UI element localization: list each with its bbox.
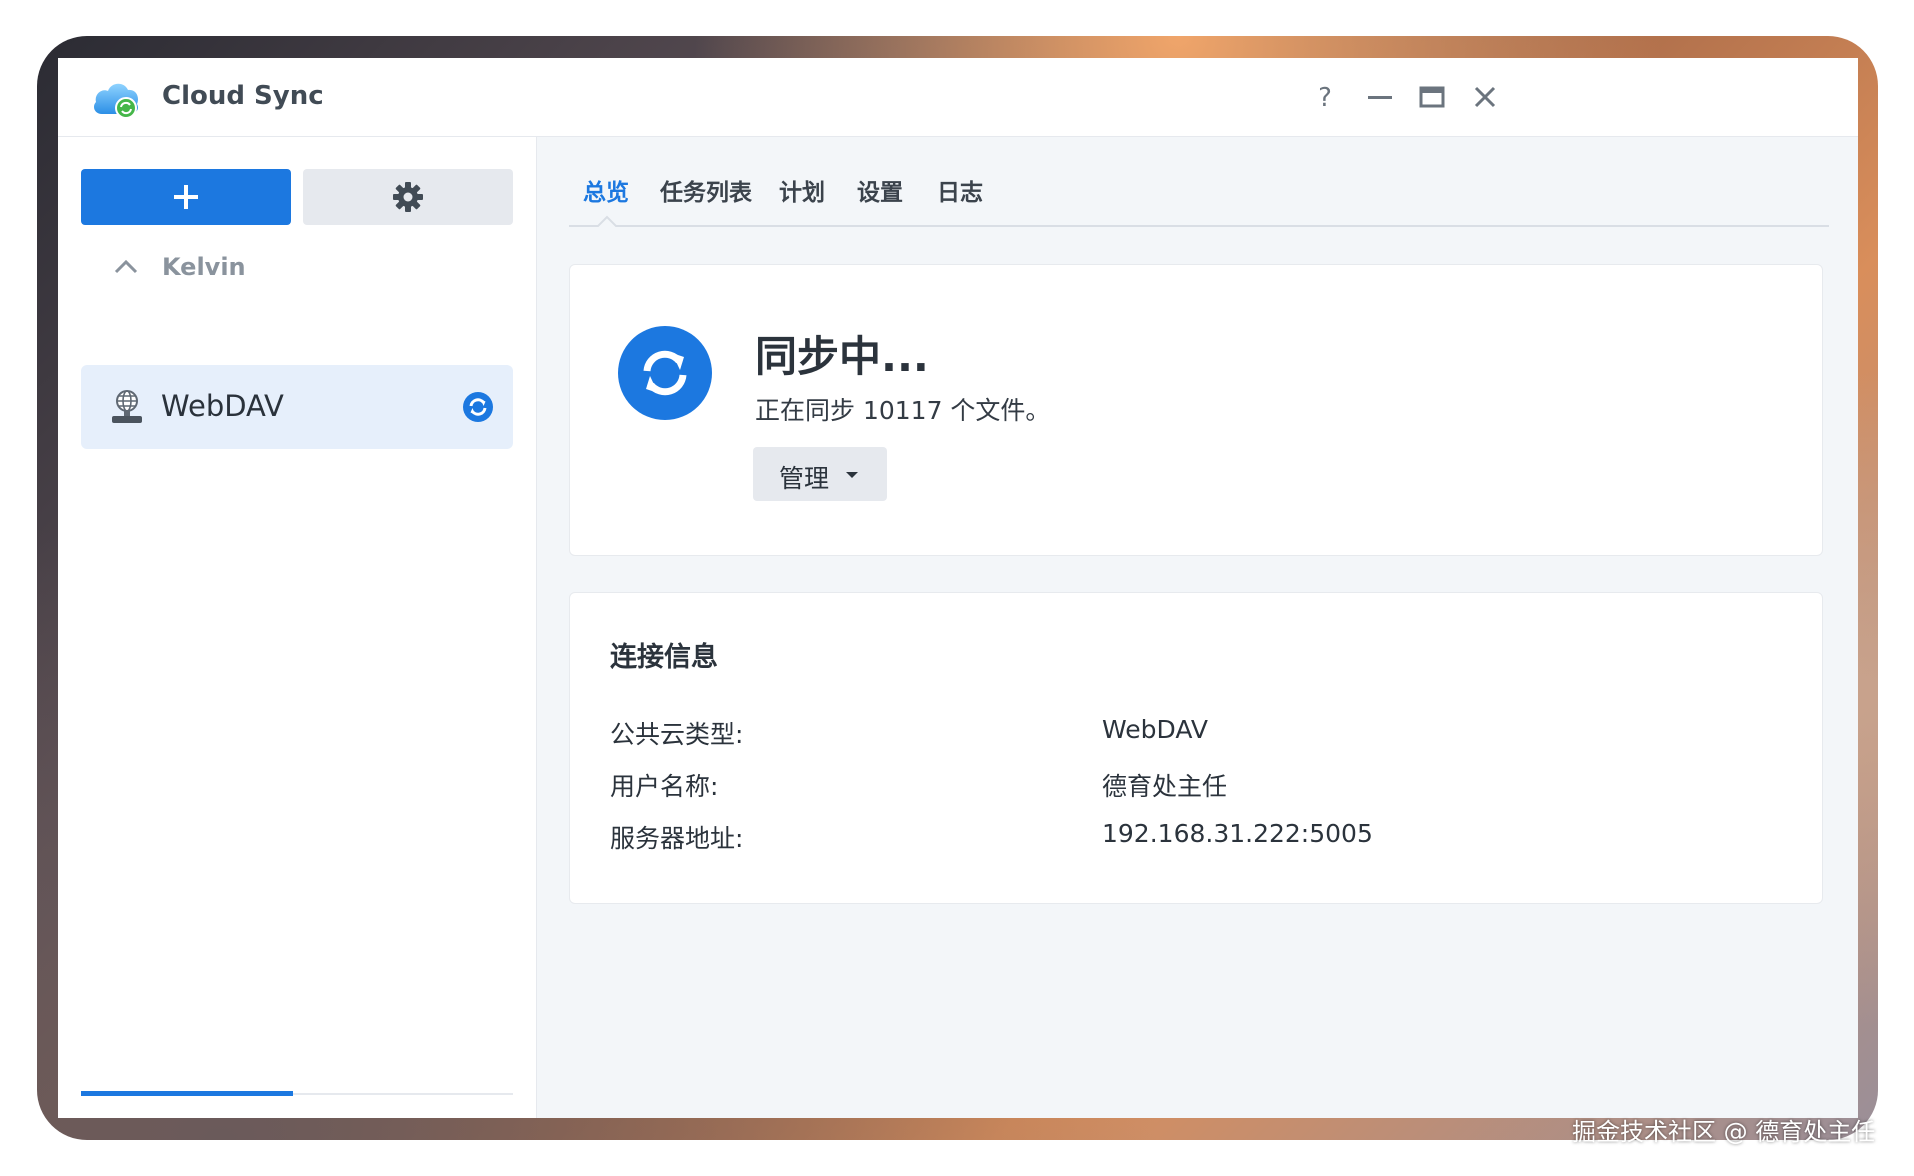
- close-button[interactable]: [1468, 80, 1502, 114]
- sidebar-item-label: WebDAV: [161, 389, 284, 423]
- tab-log[interactable]: 日志: [937, 173, 983, 207]
- sync-status-card: 同步中... 正在同步 10117 个文件。 管理: [569, 264, 1823, 556]
- tab-overview[interactable]: 总览: [583, 173, 629, 207]
- connection-info-card: 连接信息 公共云类型: WebDAV 用户名称: 德育处主任 服务器地址: 19…: [569, 592, 1823, 904]
- tab-settings[interactable]: 设置: [857, 173, 903, 207]
- chevron-up-icon: [114, 259, 138, 274]
- manage-dropdown-button[interactable]: 管理: [753, 447, 887, 501]
- info-value: WebDAV: [1102, 715, 1208, 744]
- app-title: Cloud Sync: [162, 81, 324, 111]
- cloud-sync-window: Cloud Sync ? Kelvin WebDAV 总览 任务列表 计划 设置…: [58, 58, 1858, 1118]
- sidebar-item-webdav[interactable]: WebDAV: [81, 365, 513, 449]
- info-key: 用户名称:: [610, 772, 719, 801]
- help-icon: ?: [1318, 83, 1332, 113]
- sync-icon: [617, 325, 713, 425]
- connection-info-title: 连接信息: [610, 642, 718, 673]
- add-task-button[interactable]: [81, 169, 291, 225]
- gear-icon: [393, 182, 423, 212]
- tab-schedule[interactable]: 计划: [779, 173, 825, 207]
- plus-icon: [174, 185, 198, 209]
- main-panel: 总览 任务列表 计划 设置 日志 同步中... 正在同步 10117 个文件。: [537, 137, 1858, 1118]
- manage-label: 管理: [779, 464, 830, 493]
- syncing-status-icon: [462, 391, 494, 427]
- account-group-label: Kelvin: [162, 253, 246, 281]
- minimize-icon: [1368, 96, 1392, 99]
- tab-task-list[interactable]: 任务列表: [660, 173, 752, 207]
- sync-status-title: 同步中...: [755, 332, 929, 381]
- info-row-server-address: 服务器地址: 192.168.31.222:5005: [610, 819, 1790, 859]
- global-settings-button[interactable]: [303, 169, 513, 225]
- info-value: 192.168.31.222:5005: [1102, 819, 1373, 848]
- info-row-username: 用户名称: 德育处主任: [610, 767, 1790, 807]
- tab-bar: 总览 任务列表 计划 设置 日志: [569, 173, 1829, 227]
- info-key: 公共云类型:: [610, 720, 744, 749]
- watermark: 掘金技术社区 @ 德育处主任: [1572, 1118, 1876, 1146]
- info-value: 德育处主任: [1102, 772, 1228, 801]
- help-button[interactable]: ?: [1308, 80, 1342, 114]
- sidebar-bottom-tabs: [81, 1091, 513, 1118]
- maximize-button[interactable]: [1415, 80, 1449, 114]
- minimize-button[interactable]: [1363, 80, 1397, 114]
- cloud-sync-app-icon: [92, 76, 142, 120]
- maximize-icon: [1419, 86, 1445, 108]
- server-globe-icon: [109, 387, 145, 429]
- info-key: 服务器地址:: [610, 824, 744, 853]
- title-bar: Cloud Sync ?: [58, 58, 1858, 137]
- close-icon: [1474, 86, 1496, 108]
- active-tab-indicator: [81, 1091, 293, 1096]
- info-row-cloud-type: 公共云类型: WebDAV: [610, 715, 1790, 755]
- caret-down-icon: [846, 472, 858, 478]
- sync-status-description: 正在同步 10117 个文件。: [755, 396, 1051, 425]
- sidebar: Kelvin WebDAV: [58, 137, 537, 1118]
- svg-text:?: ?: [1318, 83, 1332, 113]
- active-tab-caret: [597, 215, 617, 227]
